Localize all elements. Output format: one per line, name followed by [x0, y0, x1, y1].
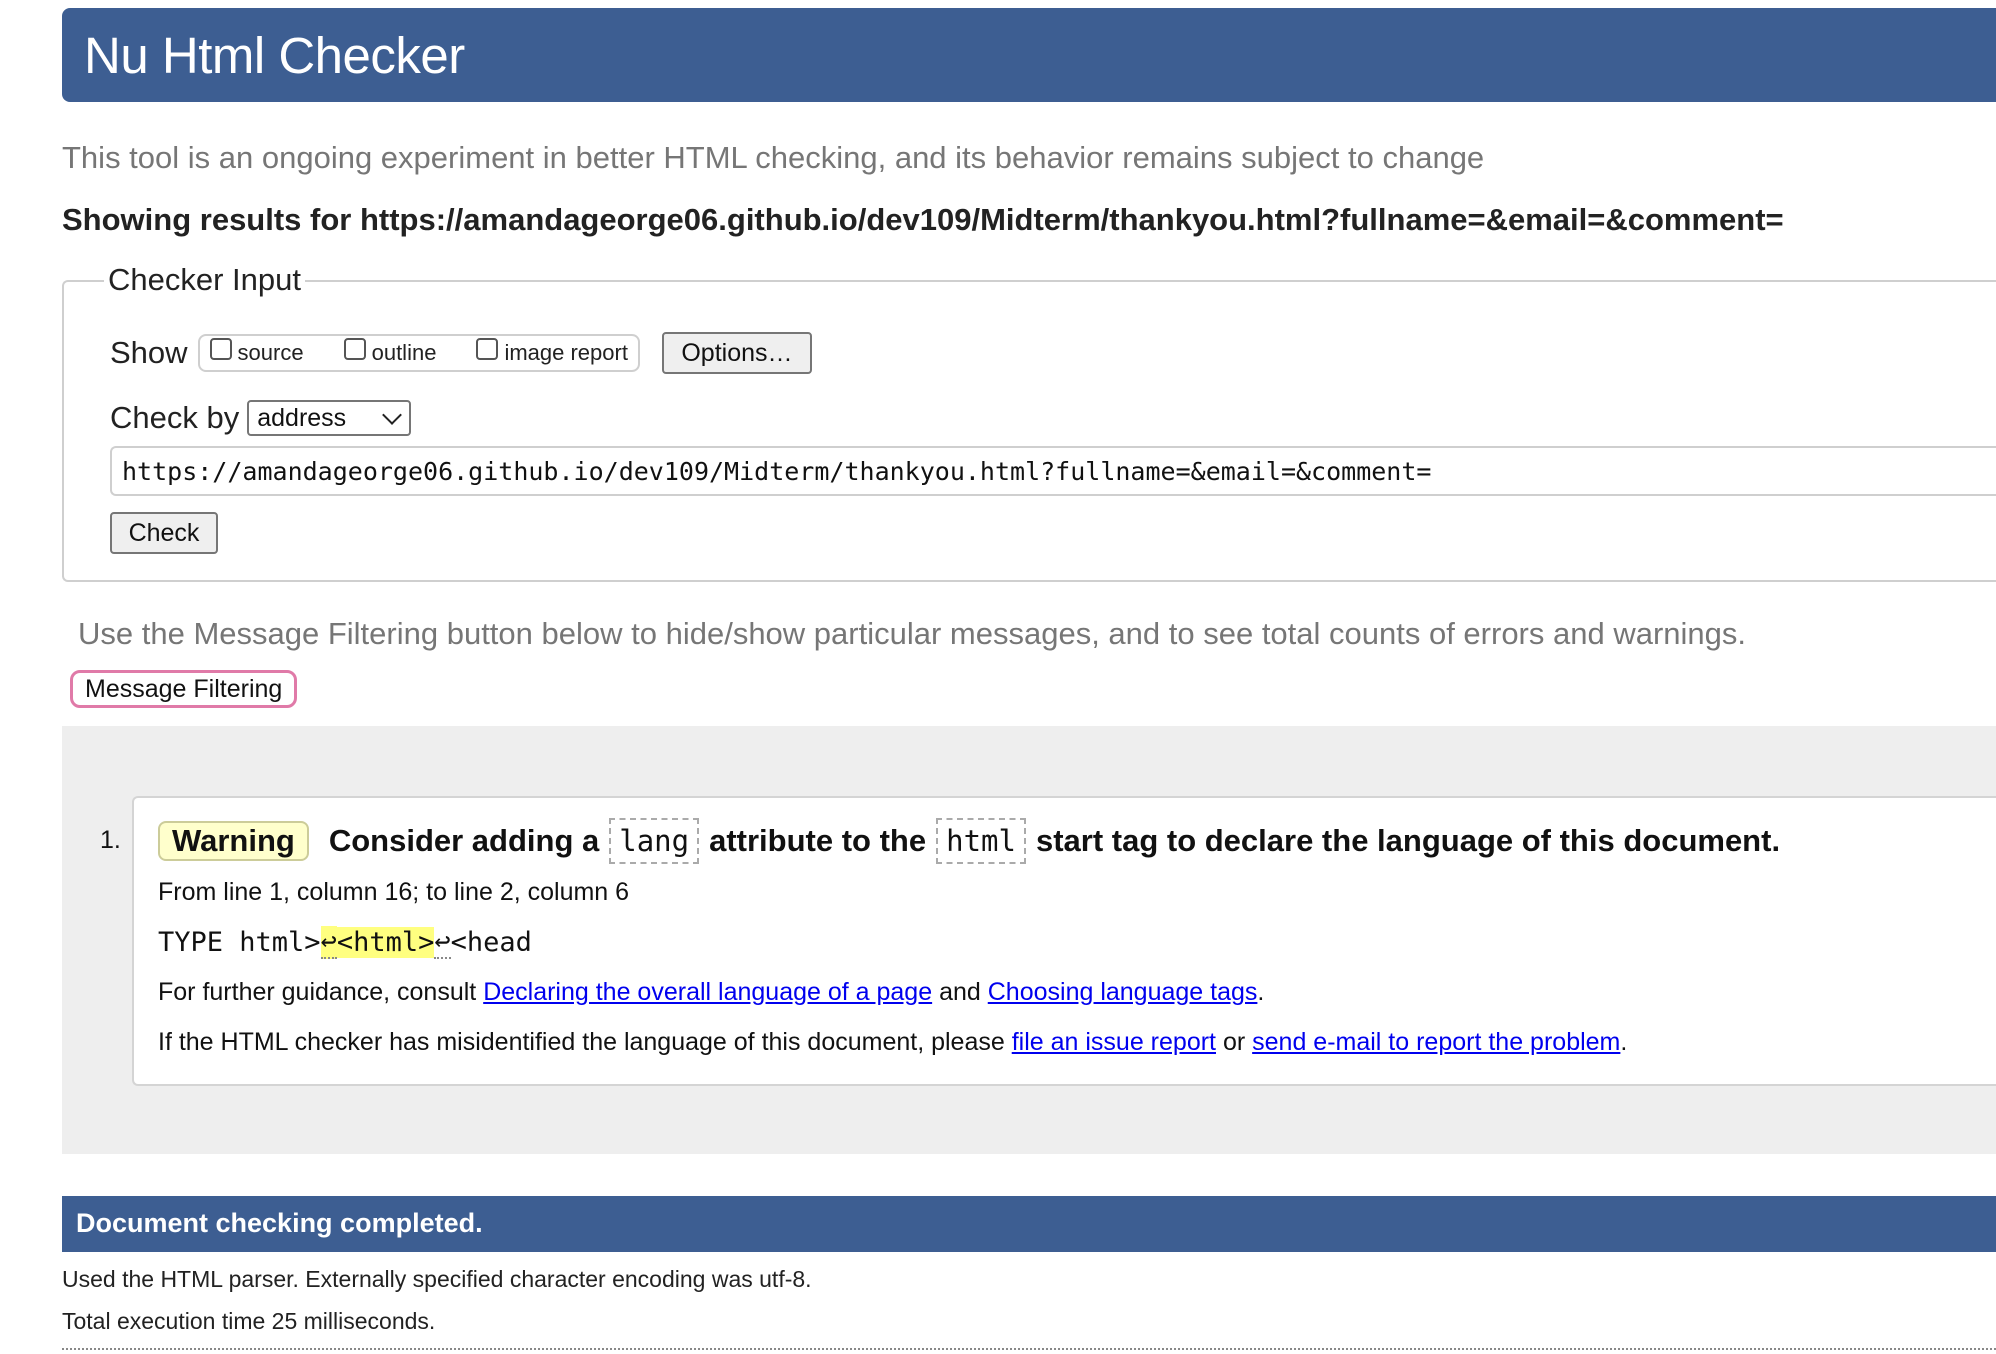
guidance-and: and	[939, 978, 981, 1006]
message-report: If the HTML checker has misidentified th…	[158, 1028, 1627, 1057]
execution-time-note: Total execution time 25 milliseconds.	[62, 1308, 436, 1334]
message-filtering-note: Use the Message Filtering button below t…	[78, 616, 1747, 651]
check-by-row: Check by address	[110, 398, 412, 438]
guidance-prefix: For further guidance, consult	[158, 978, 477, 1006]
show-label: Show	[110, 335, 188, 370]
warning-badge: Warning	[158, 821, 309, 861]
completed-text: Document checking completed.	[76, 1208, 483, 1238]
image-report-label: image report	[504, 340, 628, 365]
check-button[interactable]: Check	[110, 512, 218, 554]
message-title: Warning Consider adding a lang attribute…	[158, 816, 1780, 866]
line-break-icon: ↩	[320, 926, 337, 959]
source-checkbox[interactable]	[209, 338, 232, 360]
check-by-select[interactable]: address	[247, 400, 412, 436]
report-prefix: If the HTML checker has misidentified th…	[158, 1028, 1005, 1056]
outline-checkbox[interactable]	[343, 338, 366, 360]
check-by-label: Check by	[110, 400, 240, 435]
show-source-option[interactable]: source	[209, 338, 304, 366]
outline-label: outline	[371, 340, 437, 365]
source-label: source	[237, 340, 304, 365]
checker-input-fieldset: Checker Input Show source outline image …	[62, 262, 1996, 582]
image-report-checkbox[interactable]	[476, 338, 499, 360]
message-location: From line 1, column 16; to line 2, colum…	[158, 878, 630, 906]
show-options-group: source outline image report	[197, 334, 640, 372]
show-outline-option[interactable]: outline	[343, 338, 437, 366]
file-issue-report-link[interactable]: file an issue report	[1012, 1028, 1216, 1056]
chevron-down-icon	[382, 405, 403, 425]
parser-note: Used the HTML parser. Externally specifi…	[62, 1266, 812, 1292]
extract-before: TYPE html>	[158, 927, 321, 958]
message-title-part2: attribute to the	[709, 823, 927, 858]
extract-after: <head	[450, 927, 532, 958]
line-break-icon: ↩	[434, 926, 451, 959]
document-checking-completed-banner: Document checking completed.	[62, 1196, 1996, 1252]
showing-results-heading: Showing results for https://amandageorge…	[62, 202, 1784, 237]
show-options-row: Show source outline image report Options…	[110, 332, 812, 374]
report-or: or	[1222, 1028, 1246, 1056]
tagline: This tool is an ongoing experiment in be…	[62, 140, 1485, 175]
header-banner: Nu Html Checker	[62, 8, 1996, 102]
page-title: Nu Html Checker	[84, 27, 465, 84]
check-by-selected-value: address	[257, 403, 347, 432]
message-code-html: html	[936, 818, 1026, 864]
options-button[interactable]: Options…	[661, 332, 812, 374]
results-area: 1. Warning Consider adding a lang attrib…	[62, 726, 1996, 1154]
message-title-part1: Consider adding a	[328, 823, 600, 858]
message-title-part3: start tag to declare the language of thi…	[1035, 823, 1781, 858]
message-guidance: For further guidance, consult Declaring …	[158, 978, 1264, 1007]
message-item: Warning Consider adding a lang attribute…	[132, 796, 1996, 1086]
choosing-language-tags-link[interactable]: Choosing language tags	[988, 978, 1258, 1006]
message-filtering-button[interactable]: Message Filtering	[70, 670, 298, 708]
divider	[62, 1348, 1996, 1350]
message-extract: TYPE html> ↩ <html> ↩ <head	[158, 926, 532, 959]
guidance-end: .	[1257, 978, 1265, 1006]
declaring-language-link[interactable]: Declaring the overall language of a page	[483, 978, 932, 1006]
checker-input-legend: Checker Input	[104, 262, 305, 298]
report-end: .	[1620, 1028, 1628, 1056]
message-code-lang: lang	[609, 818, 700, 864]
message-number: 1.	[100, 826, 121, 854]
show-image-report-option[interactable]: image report	[476, 338, 628, 366]
page: Nu Html Checker This tool is an ongoing …	[0, 0, 1996, 1354]
extract-highlight: <html>	[336, 927, 435, 958]
url-input[interactable]: https://amandageorge06.github.io/dev109/…	[110, 446, 1996, 496]
send-email-report-link[interactable]: send e-mail to report the problem	[1252, 1028, 1620, 1056]
